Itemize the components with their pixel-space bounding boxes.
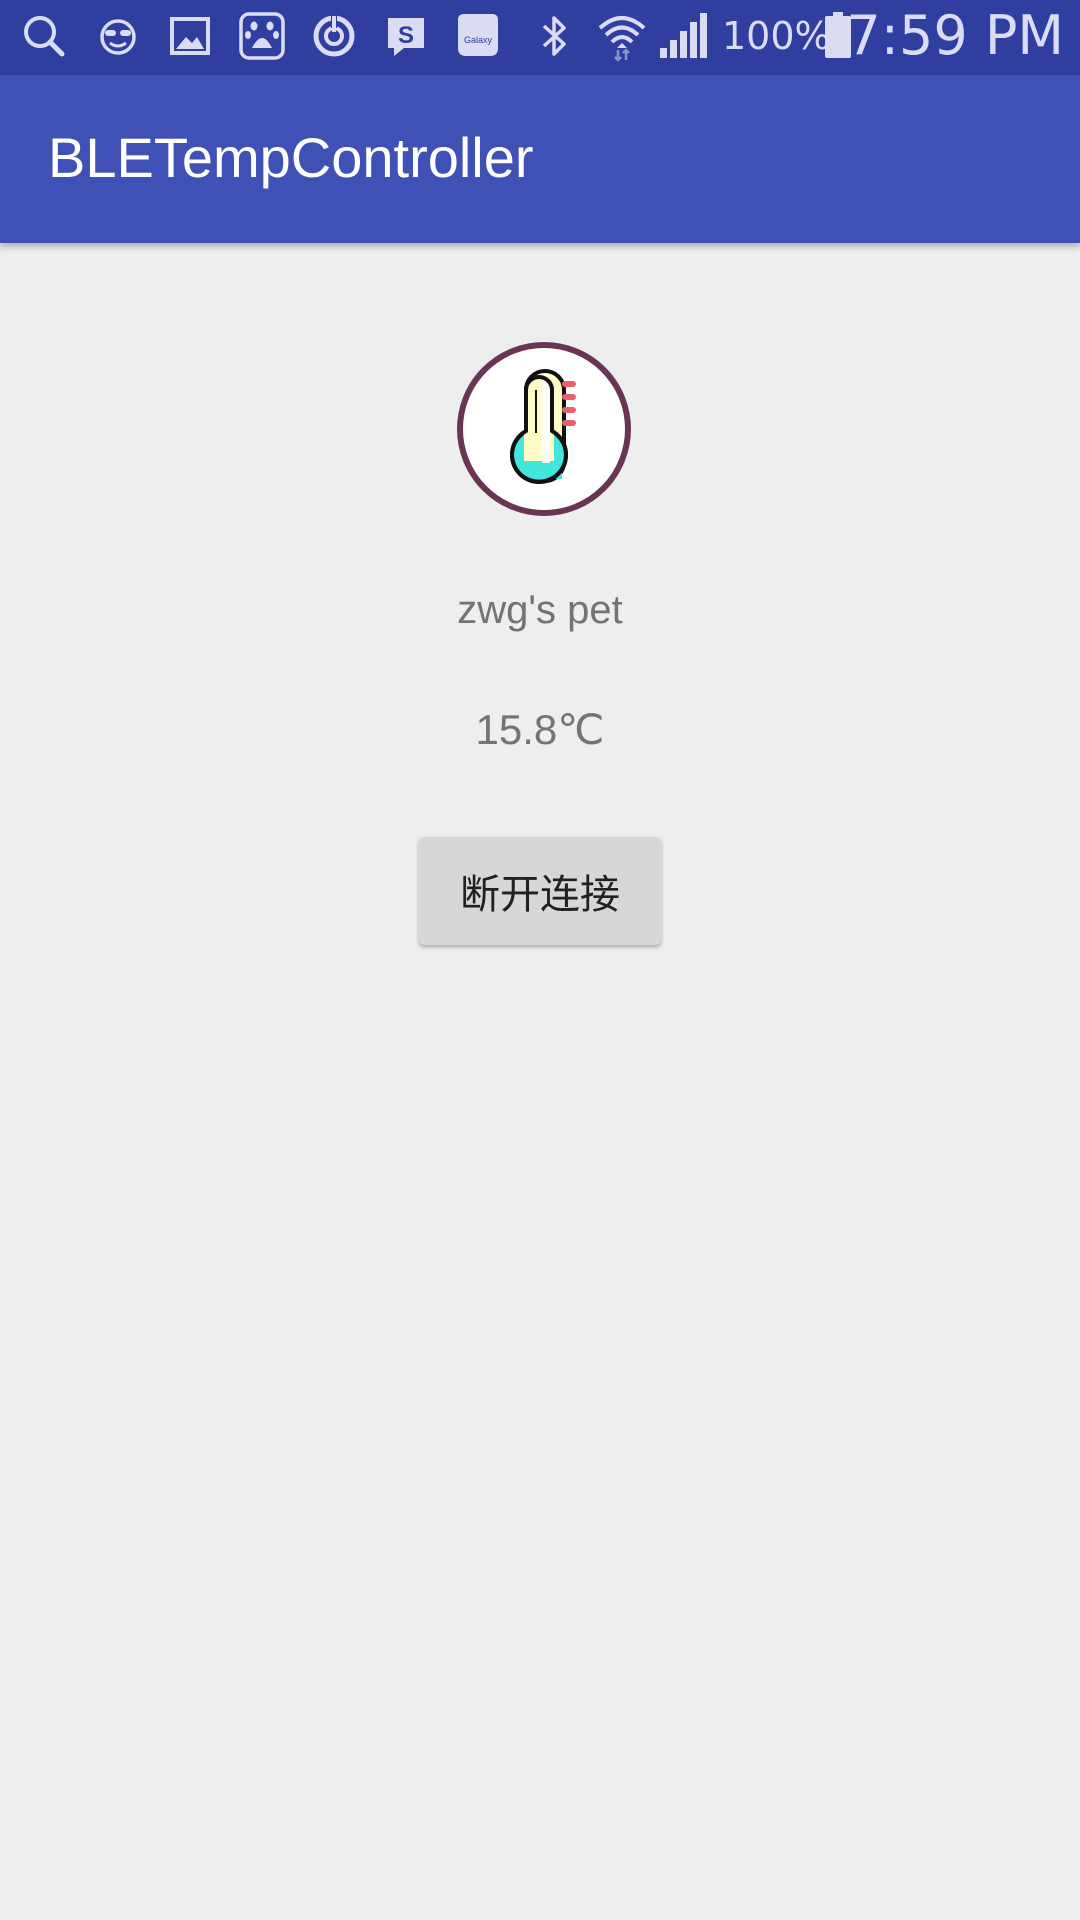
baidu-icon — [236, 10, 288, 62]
gallery-icon — [164, 10, 216, 62]
app-bar: BLETempController — [0, 75, 1080, 243]
thermometer-icon — [456, 341, 632, 517]
disconnect-button[interactable]: 断开连接 — [419, 837, 661, 945]
status-time: 7:59 PM — [846, 4, 1064, 67]
bluetooth-icon — [528, 10, 580, 62]
s-app-icon: S — [380, 10, 432, 62]
galaxy-icon: Galaxy — [452, 10, 504, 62]
status-bar: S Galaxy 100% 7:59 PM — [0, 0, 1080, 75]
temperature-value: 15.8℃ — [475, 706, 605, 753]
main-content: zwg's pet 15.8℃ 断开连接 — [0, 243, 1080, 1920]
face-icon — [92, 10, 144, 62]
svg-text:S: S — [398, 22, 414, 49]
sync-icon — [308, 10, 360, 62]
galaxy-label: Galaxy — [464, 35, 493, 45]
search-icon — [18, 10, 70, 62]
signal-icon — [656, 10, 708, 62]
app-title: BLETempController — [48, 126, 534, 189]
device-name: zwg's pet — [457, 588, 623, 632]
wifi-icon — [596, 10, 648, 62]
